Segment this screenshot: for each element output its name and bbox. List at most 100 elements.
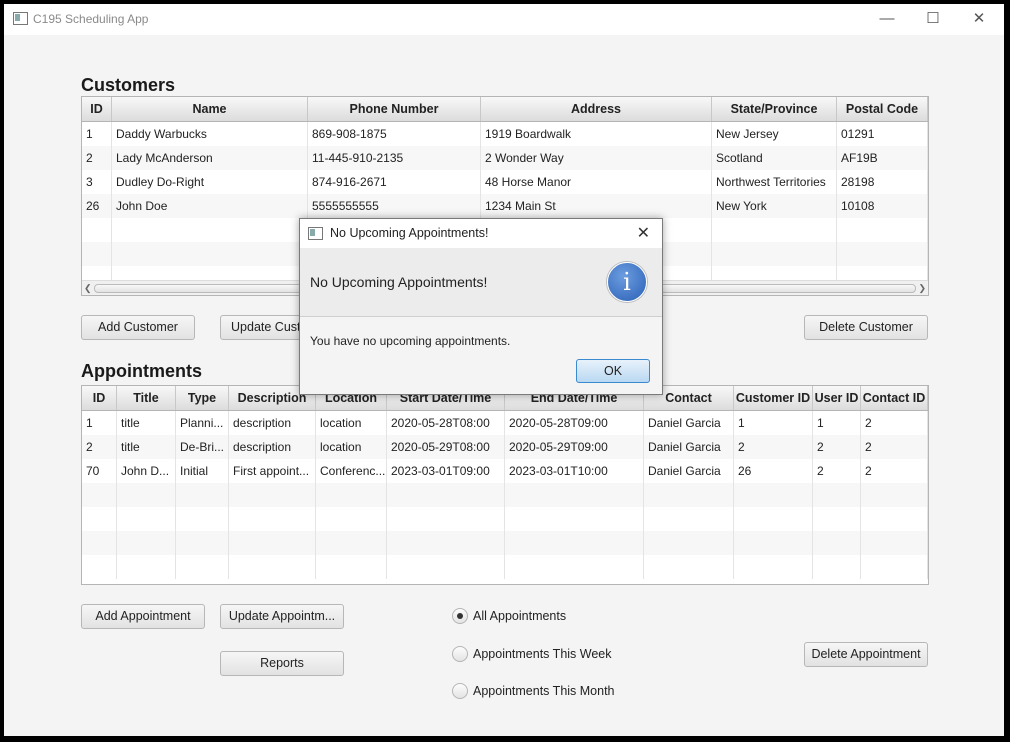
appointments-table[interactable]: ID Title Type Description Location Start Date… — [81, 385, 929, 585]
table-row[interactable]: 26 John Doe 5555555555 1234 Main St New York… — [82, 194, 928, 218]
minimize-icon[interactable]: — — [864, 4, 910, 35]
column-header[interactable]: State/Province — [712, 97, 837, 121]
table-cell: New York — [712, 194, 837, 218]
column-header[interactable]: Phone Number — [308, 97, 481, 121]
table-cell — [734, 555, 813, 579]
table-row[interactable]: 3 Dudley Do-Right 874-916-2671 48 Horse Man… — [82, 170, 928, 194]
table-cell: Planni... — [176, 411, 229, 435]
table-cell: 2020-05-29T08:00 — [387, 435, 505, 459]
table-cell: 10108 — [837, 194, 928, 218]
ok-button[interactable]: OK — [576, 359, 650, 383]
add-appointment-button[interactable]: Add Appointment — [81, 604, 205, 629]
add-customer-button[interactable]: Add Customer — [81, 315, 195, 340]
filter-week-label: Appointments This Week — [473, 647, 612, 661]
table-cell — [229, 531, 316, 555]
table-cell: 2 — [861, 411, 928, 435]
empty-table-row[interactable] — [82, 483, 928, 507]
table-cell: 01291 — [837, 122, 928, 146]
table-row[interactable]: 70 John D... Initial First appoint... Confer… — [82, 459, 928, 483]
table-cell: 2 — [82, 435, 117, 459]
empty-table-row[interactable] — [82, 555, 928, 579]
table-cell — [229, 555, 316, 579]
table-cell — [82, 483, 117, 507]
column-header[interactable]: Name — [112, 97, 308, 121]
table-cell — [734, 507, 813, 531]
table-cell — [387, 555, 505, 579]
table-cell: 2023-03-01T09:00 — [387, 459, 505, 483]
radio-indicator[interactable] — [452, 683, 468, 699]
table-row[interactable]: 1 Daddy Warbucks 869-908-1875 1919 Boardwal… — [82, 122, 928, 146]
table-cell: AF19B — [837, 146, 928, 170]
app-icon — [308, 227, 323, 240]
filter-month-radio[interactable]: Appointments This Month — [452, 681, 632, 701]
radio-selected-indicator[interactable] — [452, 608, 468, 624]
dialog-content-text: You have no upcoming appointments. — [310, 334, 511, 348]
table-cell: Daniel Garcia — [644, 435, 734, 459]
table-cell — [813, 531, 861, 555]
column-header[interactable]: Postal Code — [837, 97, 928, 121]
filter-week-radio[interactable]: Appointments This Week — [452, 644, 622, 664]
table-cell — [316, 555, 387, 579]
filter-all-label: All Appointments — [473, 609, 567, 623]
customers-table-header: ID Name Phone Number Address State/Province P… — [82, 97, 928, 122]
table-cell — [861, 483, 928, 507]
table-cell — [82, 218, 112, 242]
table-cell — [837, 218, 928, 242]
table-row[interactable]: 2 Lady McAnderson 11-445-910-2135 2 Wonder … — [82, 146, 928, 170]
table-row[interactable]: 2 title De-Bri... description location 2020-0… — [82, 435, 928, 459]
table-row[interactable]: 1 title Planni... description location 2020-0… — [82, 411, 928, 435]
delete-customer-button[interactable]: Delete Customer — [804, 315, 928, 340]
column-header[interactable]: ID — [82, 97, 112, 121]
delete-appointment-button[interactable]: Delete Appointment — [804, 642, 928, 667]
table-cell: Initial — [176, 459, 229, 483]
table-cell — [176, 507, 229, 531]
radio-indicator[interactable] — [452, 646, 468, 662]
close-icon[interactable]: ✕ — [956, 4, 1002, 35]
table-cell: 2 — [734, 435, 813, 459]
table-cell: 70 — [82, 459, 117, 483]
table-cell: Scotland — [712, 146, 837, 170]
table-cell — [712, 242, 837, 266]
empty-table-row[interactable] — [82, 531, 928, 555]
info-icon: i — [607, 262, 647, 302]
table-cell — [176, 555, 229, 579]
column-header[interactable]: Customer ID — [734, 386, 813, 410]
column-header[interactable]: User ID — [813, 386, 861, 410]
table-cell — [505, 531, 644, 555]
table-cell: 48 Horse Manor — [481, 170, 712, 194]
column-header[interactable]: Type — [176, 386, 229, 410]
scroll-left-icon[interactable]: ❮ — [84, 281, 92, 295]
table-cell: description — [229, 435, 316, 459]
scroll-right-icon[interactable]: ❯ — [918, 281, 926, 295]
table-cell — [112, 218, 308, 242]
empty-table-row[interactable] — [82, 507, 928, 531]
update-appointment-button[interactable]: Update Appointm... — [220, 604, 344, 629]
table-cell: Northwest Territories — [712, 170, 837, 194]
table-cell — [644, 483, 734, 507]
table-cell: 869-908-1875 — [308, 122, 481, 146]
table-cell — [505, 483, 644, 507]
filter-all-radio[interactable]: All Appointments — [452, 606, 592, 626]
table-cell: 2 — [813, 435, 861, 459]
dialog-header: No Upcoming Appointments! i — [300, 248, 662, 317]
maximize-icon[interactable]: ☐ — [910, 4, 956, 35]
appointments-heading: Appointments — [81, 361, 202, 381]
table-cell — [176, 531, 229, 555]
table-cell — [861, 507, 928, 531]
close-icon[interactable]: ✕ — [637, 223, 650, 243]
table-cell — [387, 507, 505, 531]
table-cell — [117, 555, 176, 579]
column-header[interactable]: Title — [117, 386, 176, 410]
table-cell: First appoint... — [229, 459, 316, 483]
table-cell: Daddy Warbucks — [112, 122, 308, 146]
table-cell — [734, 531, 813, 555]
column-header[interactable]: Address — [481, 97, 712, 121]
table-cell: 5555555555 — [308, 194, 481, 218]
reports-button[interactable]: Reports — [220, 651, 344, 676]
column-header[interactable]: ID — [82, 386, 117, 410]
table-cell: 1 — [734, 411, 813, 435]
table-cell — [387, 483, 505, 507]
filter-month-label: Appointments This Month — [473, 684, 615, 698]
column-header[interactable]: Contact ID — [861, 386, 928, 410]
table-cell — [82, 555, 117, 579]
